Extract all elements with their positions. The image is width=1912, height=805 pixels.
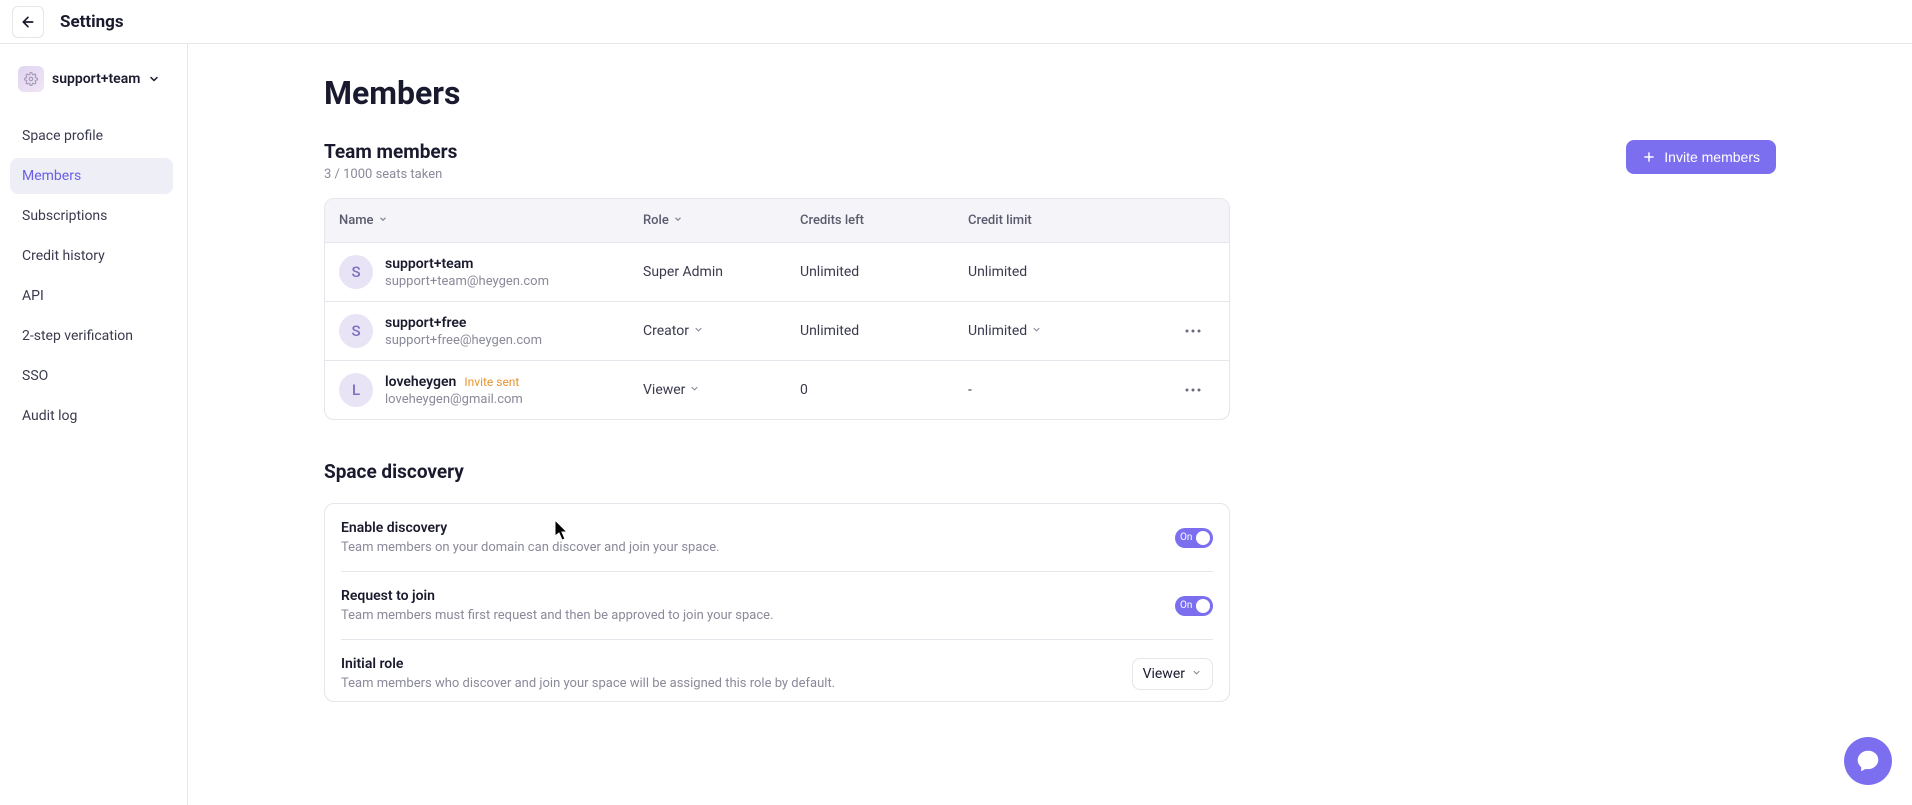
invite-button-label: Invite members xyxy=(1664,149,1760,165)
row-actions[interactable] xyxy=(1136,329,1215,333)
toggle-label: On xyxy=(1180,600,1192,611)
credits-left: Unlimited xyxy=(800,323,968,339)
member-email: support+free@heygen.com xyxy=(385,333,542,348)
discovery-row-initial-role: Initial role Team members who discover a… xyxy=(341,640,1213,701)
row-actions[interactable] xyxy=(1136,388,1215,392)
chevron-down-icon xyxy=(673,213,683,228)
discovery-desc: Team members must first request and then… xyxy=(341,608,774,623)
enable-discovery-toggle[interactable]: On xyxy=(1175,528,1213,548)
role-cell[interactable]: Viewer xyxy=(643,382,800,398)
avatar: L xyxy=(339,373,373,407)
sidebar: support+team Space profile Members Subsc… xyxy=(0,44,188,805)
request-to-join-toggle[interactable]: On xyxy=(1175,596,1213,616)
discovery-label: Request to join xyxy=(341,588,774,604)
member-name: support+free xyxy=(385,315,542,331)
members-table: Name Role Credits left Credit limit Ssup… xyxy=(324,198,1230,420)
role-cell: Super Admin xyxy=(643,264,800,280)
credit-limit[interactable]: Unlimited xyxy=(968,323,1136,339)
member-email: loveheygen@gmail.com xyxy=(385,392,523,407)
chevron-down-icon xyxy=(1031,323,1042,339)
column-credits: Credits left xyxy=(800,213,968,228)
sidebar-nav: Space profile Members Subscriptions Cred… xyxy=(10,118,177,434)
discovery-title: Space discovery xyxy=(324,460,1776,483)
invite-members-button[interactable]: Invite members xyxy=(1626,140,1776,174)
member-name-cell: Ssupport+free support+free@heygen.com xyxy=(339,314,643,348)
sidebar-item-members[interactable]: Members xyxy=(10,158,173,194)
chevron-down-icon xyxy=(693,323,704,339)
table-row: LloveheygenInvite sent loveheygen@gmail.c… xyxy=(325,360,1229,419)
team-members-heading: Team members xyxy=(324,140,457,163)
arrow-left-icon xyxy=(20,14,36,30)
more-icon xyxy=(1185,388,1201,392)
chevron-down-icon xyxy=(1191,666,1202,682)
more-icon xyxy=(1185,329,1201,333)
column-name[interactable]: Name xyxy=(339,213,643,228)
discovery-card: Enable discovery Team members on your do… xyxy=(324,503,1230,702)
member-name: support+team xyxy=(385,256,549,272)
credit-limit: - xyxy=(968,382,1136,398)
discovery-desc: Team members who discover and join your … xyxy=(341,676,835,691)
sidebar-item-subscriptions[interactable]: Subscriptions xyxy=(10,198,177,234)
discovery-row-enable: Enable discovery Team members on your do… xyxy=(341,504,1213,572)
seats-text: 3 / 1000 seats taken xyxy=(324,167,457,182)
column-limit: Credit limit xyxy=(968,213,1136,228)
sidebar-item-sso[interactable]: SSO xyxy=(10,358,177,394)
sidebar-item-credit-history[interactable]: Credit history xyxy=(10,238,177,274)
page-title: Settings xyxy=(60,12,124,32)
discovery-label: Initial role xyxy=(341,656,835,672)
chat-widget[interactable] xyxy=(1844,737,1892,785)
role-cell[interactable]: Creator xyxy=(643,323,800,339)
member-name-cell: Ssupport+team support+team@heygen.com xyxy=(339,255,643,289)
team-avatar xyxy=(18,66,44,92)
plus-icon xyxy=(1642,150,1656,164)
initial-role-select[interactable]: Viewer xyxy=(1132,658,1213,690)
role-select-value: Viewer xyxy=(1143,666,1185,682)
chevron-down-icon xyxy=(148,70,160,89)
sidebar-item-space-profile[interactable]: Space profile xyxy=(10,118,177,154)
table-header: Name Role Credits left Credit limit xyxy=(325,199,1229,242)
member-email: support+team@heygen.com xyxy=(385,274,549,289)
table-row: Ssupport+free support+free@heygen.com Crea… xyxy=(325,301,1229,360)
member-name-cell: LloveheygenInvite sent loveheygen@gmail.c… xyxy=(339,373,643,407)
credits-left: 0 xyxy=(800,382,968,398)
gear-icon xyxy=(24,72,38,86)
table-row: Ssupport+team support+team@heygen.com Supe… xyxy=(325,242,1229,301)
discovery-desc: Team members on your domain can discover… xyxy=(341,540,720,555)
credits-left: Unlimited xyxy=(800,264,968,280)
main-title: Members xyxy=(324,74,1776,112)
top-bar: Settings xyxy=(0,0,1912,44)
toggle-knob xyxy=(1196,599,1210,613)
team-members-header: Team members 3 / 1000 seats taken Invite… xyxy=(324,140,1776,182)
avatar: S xyxy=(339,255,373,289)
invite-sent-badge: Invite sent xyxy=(464,375,519,389)
toggle-label: On xyxy=(1180,532,1192,543)
sidebar-item-2step[interactable]: 2-step verification xyxy=(10,318,177,354)
column-role[interactable]: Role xyxy=(643,213,800,228)
chevron-down-icon xyxy=(378,213,388,228)
discovery-label: Enable discovery xyxy=(341,520,720,536)
sidebar-item-audit-log[interactable]: Audit log xyxy=(10,398,177,434)
avatar: S xyxy=(339,314,373,348)
sidebar-item-api[interactable]: API xyxy=(10,278,177,314)
member-name: loveheygenInvite sent xyxy=(385,374,523,390)
discovery-row-request: Request to join Team members must first … xyxy=(341,572,1213,640)
team-selector[interactable]: support+team xyxy=(10,60,177,98)
team-name: support+team xyxy=(52,71,140,87)
back-button[interactable] xyxy=(12,6,44,38)
toggle-knob xyxy=(1196,531,1210,545)
credit-limit: Unlimited xyxy=(968,264,1136,280)
space-discovery-section: Space discovery Enable discovery Team me… xyxy=(324,460,1776,702)
main-content: Members Team members 3 / 1000 seats take… xyxy=(188,44,1912,805)
chevron-down-icon xyxy=(689,382,700,398)
chat-icon xyxy=(1856,749,1880,773)
